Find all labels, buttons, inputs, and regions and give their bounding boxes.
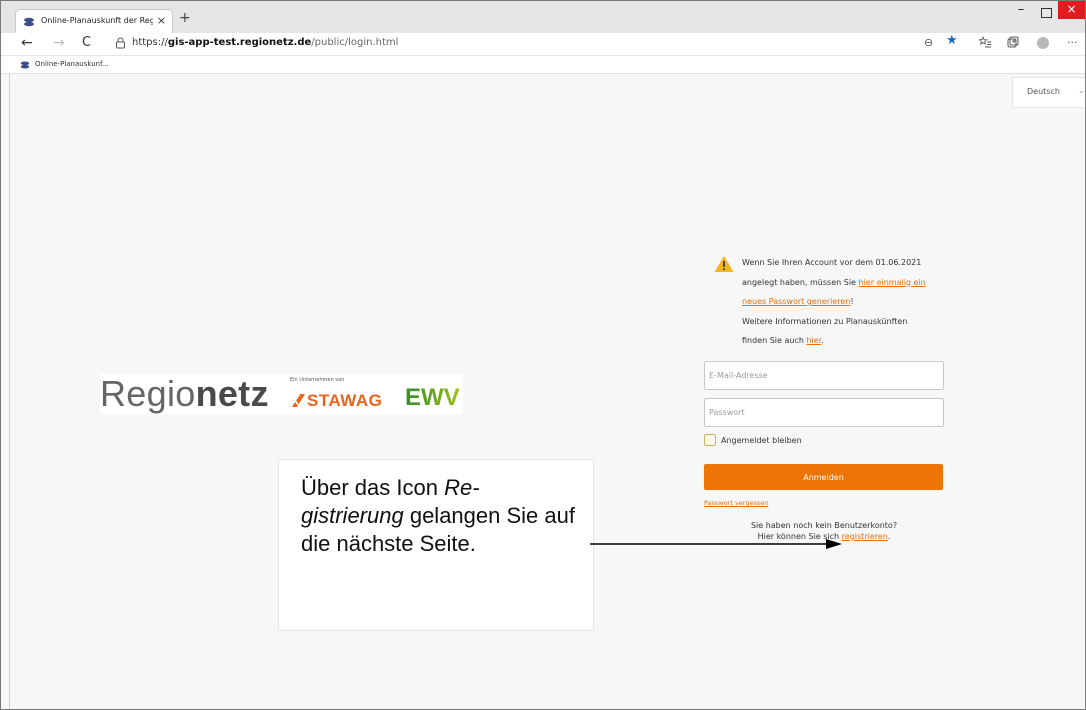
notice-line-4: Weitere Informationen zu Planauskünften bbox=[742, 316, 908, 326]
title-bar: Online-Planauskunft der Regionetz × + – … bbox=[1, 1, 1085, 34]
remember-checkbox[interactable] bbox=[704, 434, 716, 446]
warning-icon bbox=[714, 256, 734, 272]
url-host: gis-app-test.regionetz.de bbox=[167, 37, 312, 48]
stawag-logo: STAWAG bbox=[292, 391, 382, 411]
regionetz-logo: Regionetz Ein Unternehmen von STAWAG EWV bbox=[100, 373, 463, 415]
notice-line-2-text: angelegt haben, müssen Sie bbox=[742, 277, 859, 287]
favorite-star-icon[interactable]: ★ bbox=[946, 34, 958, 48]
notice-text: Wenn Sie Ihren Account vor dem 01.06.202… bbox=[742, 253, 962, 351]
stawag-drop-icon bbox=[292, 394, 305, 407]
reset-password-link-2[interactable]: neues Passwort generieren bbox=[742, 297, 850, 306]
login-button[interactable]: Anmelden bbox=[704, 464, 943, 490]
browser-tab[interactable]: Online-Planauskunft der Regionetz × bbox=[15, 9, 173, 34]
back-button[interactable]: ← bbox=[21, 35, 33, 51]
logo-wordmark-light: Regio bbox=[100, 373, 196, 414]
language-select[interactable]: Deutsch ⌄ bbox=[1012, 77, 1085, 108]
stawag-text: STAWAG bbox=[307, 391, 383, 410]
close-window-button[interactable]: × bbox=[1058, 1, 1085, 19]
collections-icon[interactable] bbox=[1007, 36, 1019, 48]
reload-button[interactable]: C bbox=[82, 35, 91, 51]
more-menu-icon[interactable]: ··· bbox=[1067, 36, 1078, 50]
minimize-button[interactable]: – bbox=[1011, 3, 1031, 21]
reset-password-link-1[interactable]: hier einmalig ein bbox=[859, 278, 926, 287]
ewv-text: EWV bbox=[405, 384, 460, 411]
tab-close-icon[interactable]: × bbox=[157, 14, 166, 27]
browser-window: Online-Planauskunft der Regionetz × + – … bbox=[0, 0, 1086, 710]
notice-line-5: finden Sie auch hier. bbox=[742, 331, 962, 351]
bookmark-label: Online-Planauskunf... bbox=[35, 60, 109, 68]
lock-icon[interactable] bbox=[115, 37, 126, 49]
logo-affiliation: Ein Unternehmen von bbox=[290, 377, 345, 383]
remember-label: Angemeldet bleiben bbox=[721, 436, 802, 445]
ewv-logo: EWV bbox=[405, 384, 460, 412]
annotation-text-1: Über das Icon bbox=[301, 475, 445, 500]
password-input[interactable] bbox=[705, 399, 941, 426]
notice-line-5-suffix: . bbox=[821, 336, 824, 345]
annotation-arrow-icon bbox=[590, 539, 842, 549]
notice-line-1: Wenn Sie Ihren Account vor dem 01.06.202… bbox=[742, 258, 922, 267]
bookmarks-bar: Online-Planauskunf... bbox=[1, 56, 1085, 74]
logo-wordmark-bold: netz bbox=[195, 373, 269, 414]
notice-line-3-text: ! bbox=[850, 297, 854, 306]
bookmark-favicon-icon bbox=[20, 61, 30, 69]
site-favicon-icon bbox=[24, 17, 34, 27]
forgot-password-link[interactable]: Passwort vergessen bbox=[704, 499, 768, 507]
favorites-list-icon[interactable] bbox=[979, 36, 991, 48]
notice-line-2: angelegt haben, müssen Sie hier einmalig… bbox=[742, 273, 962, 293]
maximize-button[interactable] bbox=[1036, 5, 1056, 21]
address-bar[interactable]: https://gis-app-test.regionetz.de/public… bbox=[132, 37, 398, 48]
notice-line-3: neues Passwort generieren! bbox=[742, 292, 962, 312]
address-toolbar: ← → C https://gis-app-test.regionetz.de/… bbox=[1, 33, 1085, 56]
info-link[interactable]: hier bbox=[806, 336, 821, 345]
maximize-icon bbox=[1041, 8, 1052, 18]
forward-button[interactable]: → bbox=[53, 35, 65, 51]
new-tab-button[interactable]: + bbox=[179, 11, 191, 25]
page-content: Deutsch ⌄ Regionetz Ein Unternehmen von … bbox=[9, 74, 1085, 709]
logo-wordmark: Regionetz bbox=[100, 373, 269, 415]
url-path: /public/login.html bbox=[311, 37, 399, 48]
annotation-callout: Über das Icon Re-gistrierung gelangen Si… bbox=[278, 459, 594, 631]
password-field[interactable] bbox=[704, 398, 944, 427]
notice-line-5-text: finden Sie auch bbox=[742, 336, 807, 345]
email-field[interactable] bbox=[704, 361, 944, 390]
language-label: Deutsch bbox=[1027, 87, 1060, 96]
chevron-down-icon: ⌄ bbox=[1078, 86, 1085, 95]
no-account-line: Sie haben noch kein Benutzerkonto? bbox=[750, 521, 898, 530]
zoom-icon[interactable]: ⊖ bbox=[924, 36, 933, 50]
profile-avatar-icon[interactable] bbox=[1037, 37, 1049, 49]
annotation-text: Über das Icon Re-gistrierung gelangen Si… bbox=[301, 474, 581, 558]
register-suffix: . bbox=[887, 532, 891, 541]
tab-title: Online-Planauskunft der Regionetz bbox=[41, 16, 153, 25]
email-input[interactable] bbox=[705, 362, 941, 389]
url-scheme: https:// bbox=[132, 37, 168, 48]
